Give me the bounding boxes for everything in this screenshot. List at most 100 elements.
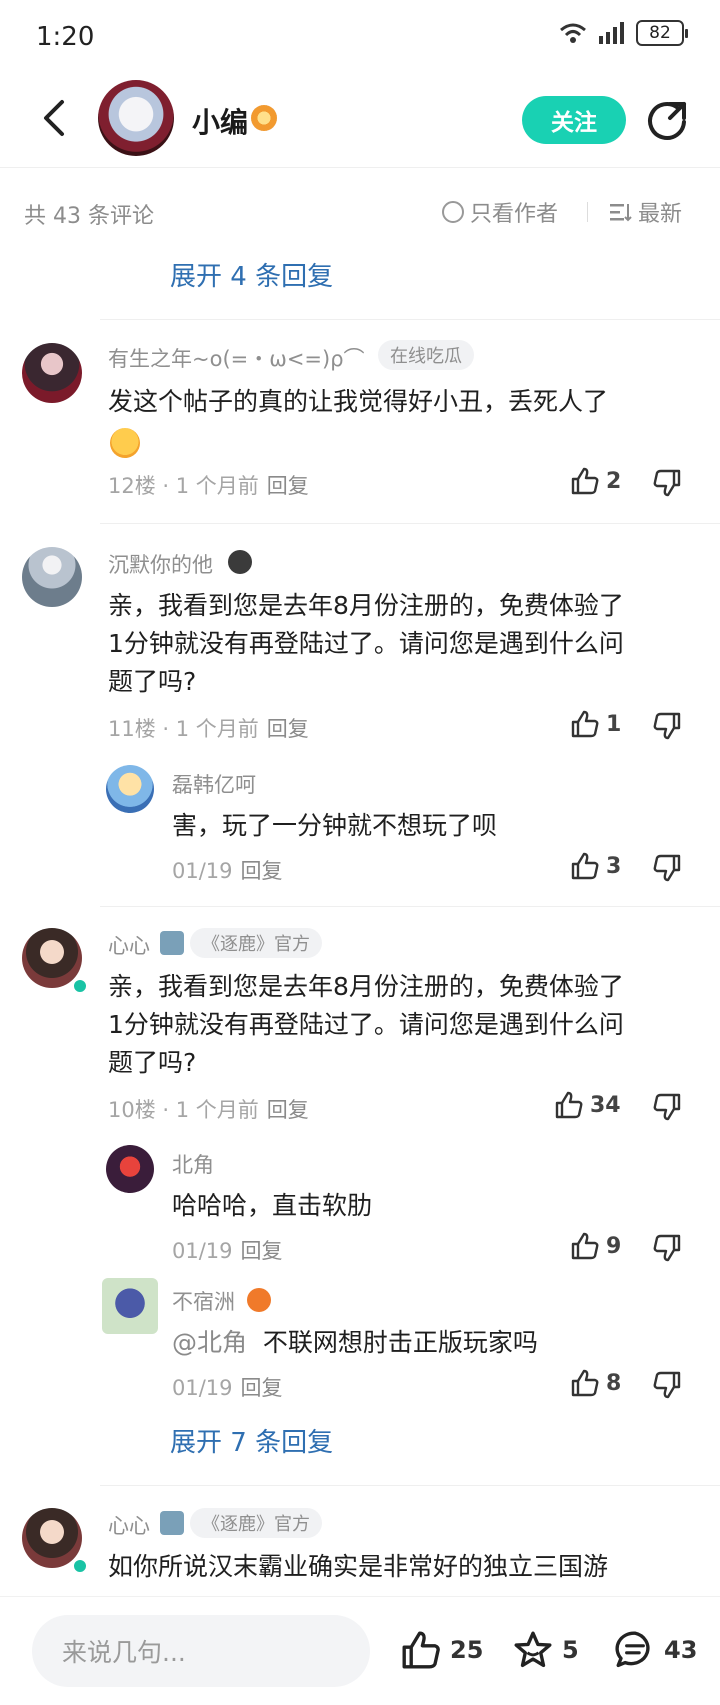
comment-text: 1分钟就没有再登陆过了。请问您是遇到什么问	[108, 1010, 624, 1039]
like-button[interactable]: 9	[570, 1231, 621, 1261]
like-count: 3	[606, 853, 622, 879]
reply-username[interactable]: 不宿洲	[172, 1286, 235, 1316]
official-tag: 《逐鹿》官方	[190, 928, 322, 958]
divider	[100, 319, 720, 320]
reply-username[interactable]: 北角	[172, 1149, 214, 1179]
thumb-down-icon[interactable]	[652, 1092, 682, 1122]
thumb-up-icon	[571, 710, 599, 738]
reply-meta: 01/19 回复	[172, 1376, 283, 1400]
share-icon[interactable]	[646, 98, 690, 142]
comment-meta: 10楼 · 1 个月前 回复	[108, 1098, 309, 1122]
comment-text: 亲，我看到您是去年8月份注册的，免费体验了	[108, 591, 624, 620]
divider	[100, 1485, 720, 1486]
like-button[interactable]: 34	[554, 1090, 621, 1120]
follow-button[interactable]: 关注	[522, 96, 626, 144]
comment-count: 共 43 条评论	[24, 204, 154, 229]
comment-text: 题了吗?	[108, 667, 197, 696]
user-avatar[interactable]	[22, 547, 82, 607]
like-button[interactable]: 1	[570, 709, 621, 739]
sort-button[interactable]: 最新	[610, 196, 682, 228]
filter-divider	[587, 202, 588, 222]
thumb-up-icon	[571, 1232, 599, 1260]
battery-indicator: 82	[636, 20, 688, 46]
feather-badge-icon	[160, 931, 184, 955]
author-name[interactable]: 小编	[192, 101, 248, 141]
signal-icon	[599, 22, 624, 44]
user-avatar[interactable]	[22, 343, 82, 403]
user-tag: 在线吃瓜	[378, 340, 474, 370]
thumb-down-icon[interactable]	[652, 853, 682, 883]
author-only-label: 只看作者	[470, 202, 559, 227]
back-icon[interactable]	[34, 96, 74, 140]
thumb-down-icon[interactable]	[652, 711, 682, 741]
sort-icon	[610, 204, 632, 222]
comment-text: 如你所说汉末霸业确实是非常好的独立三国游	[108, 1552, 609, 1581]
author-only-toggle[interactable]: 只看作者	[442, 196, 558, 228]
reply-link[interactable]: 回复	[267, 717, 309, 741]
expand-replies-link[interactable]: 展开 7 条回复	[170, 1422, 333, 1459]
like-count: 1	[606, 711, 622, 737]
reply-link[interactable]: 回复	[241, 1239, 283, 1263]
feather-badge-icon	[160, 1511, 184, 1535]
thumb-up-icon	[402, 1631, 440, 1669]
reply-text: @北角 不联网想肘击正版玩家吗	[172, 1328, 538, 1357]
thumb-up-icon	[571, 852, 599, 880]
reply-meta: 01/19 回复	[172, 859, 283, 883]
user-avatar[interactable]	[22, 928, 82, 988]
mask-badge-icon	[228, 550, 252, 574]
comment-text: 题了吗?	[108, 1048, 197, 1077]
comment-total: 43	[664, 1636, 698, 1664]
verified-icon	[72, 1558, 88, 1574]
like-count: 8	[606, 1370, 622, 1396]
like-button[interactable]: 2	[570, 466, 621, 496]
reply-avatar[interactable]	[106, 765, 154, 813]
status-time: 1:20	[36, 22, 95, 52]
reply-link[interactable]: 回复	[267, 474, 309, 498]
like-count: 34	[590, 1092, 621, 1118]
reply-link[interactable]: 回复	[241, 1376, 283, 1400]
status-icons: 82	[558, 20, 688, 46]
bottom-action-bar: 来说几句... 25 5 43	[0, 1596, 720, 1705]
divider	[100, 906, 720, 907]
user-avatar[interactable]	[22, 1508, 82, 1568]
thumb-up-icon	[571, 1369, 599, 1397]
reply-avatar[interactable]	[102, 1278, 158, 1334]
divider	[100, 523, 720, 524]
comments-button[interactable]: 43	[614, 1629, 697, 1671]
expand-replies-link[interactable]: 展开 4 条回复	[170, 256, 333, 293]
thumb-down-icon[interactable]	[652, 1233, 682, 1263]
comment-text: 发这个帖子的真的让我觉得好小丑，丢死人了	[108, 387, 609, 416]
reply-username[interactable]: 磊韩亿呵	[172, 769, 256, 799]
status-bar: 1:20 82	[0, 0, 720, 72]
post-header: 小编 关注	[0, 72, 720, 168]
reply-avatar[interactable]	[106, 1145, 154, 1193]
sort-label: 最新	[638, 202, 683, 227]
comment-input[interactable]: 来说几句...	[32, 1615, 370, 1687]
like-post-button[interactable]: 25	[400, 1629, 483, 1671]
thumb-down-icon[interactable]	[652, 468, 682, 498]
reply-link[interactable]: 回复	[267, 1098, 309, 1122]
favorite-button[interactable]: 5	[512, 1629, 579, 1671]
thumb-up-icon	[571, 467, 599, 495]
post-like-count: 25	[450, 1636, 484, 1664]
thumb-down-icon[interactable]	[652, 1370, 682, 1400]
like-button[interactable]: 8	[570, 1368, 621, 1398]
author-avatar[interactable]	[98, 80, 174, 156]
official-tag: 《逐鹿》官方	[190, 1508, 322, 1538]
comment-username[interactable]: 心心	[108, 930, 150, 960]
comment-meta: 11楼 · 1 个月前 回复	[108, 717, 309, 741]
comment-username[interactable]: 有生之年~o(=・ω<=)ρ⌒	[108, 343, 365, 373]
like-count: 9	[606, 1233, 622, 1259]
comment-username[interactable]: 心心	[108, 1510, 150, 1540]
favorite-count: 5	[562, 1636, 579, 1664]
monkey-badge-icon	[247, 1288, 271, 1312]
comment-text: 亲，我看到您是去年8月份注册的，免费体验了	[108, 972, 624, 1001]
comment-bubble-icon	[615, 1631, 650, 1668]
like-count: 2	[606, 468, 622, 494]
comment-filter-bar: 共 43 条评论 只看作者 最新	[0, 192, 720, 234]
mention[interactable]: @北角	[172, 1328, 247, 1357]
comment-username[interactable]: 沉默你的他	[108, 549, 213, 579]
reply-link[interactable]: 回复	[241, 859, 283, 883]
reply-meta: 01/19 回复	[172, 1239, 283, 1263]
like-button[interactable]: 3	[570, 851, 621, 881]
